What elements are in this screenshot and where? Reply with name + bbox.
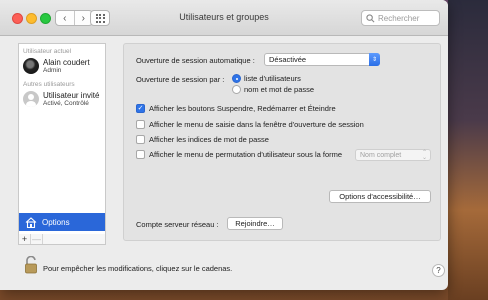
- login-by-label: Ouverture de session par :: [136, 75, 225, 84]
- accessibility-options-button[interactable]: Options d'accessibilité…: [329, 190, 431, 203]
- options-label: Options: [42, 217, 70, 227]
- remove-user-button[interactable]: —: [31, 234, 43, 244]
- radio-user-list[interactable]: liste d'utilisateurs: [232, 74, 301, 83]
- login-options-panel: Ouverture de session automatique : Désac…: [123, 43, 441, 241]
- radio-label: liste d'utilisateurs: [244, 74, 301, 83]
- popup-arrows-icon: ⇕: [369, 53, 380, 66]
- help-button[interactable]: ?: [432, 264, 445, 277]
- checkbox[interactable]: [136, 135, 145, 144]
- guest-name: Utilisateur invité: [43, 90, 100, 100]
- add-user-button[interactable]: +: [19, 234, 31, 244]
- search-field[interactable]: Rechercher: [361, 10, 440, 26]
- sidebar-controls: + —: [18, 234, 106, 245]
- checkbox-show-power-buttons[interactable]: ✓ Afficher les boutons Suspendre, Redéma…: [136, 104, 336, 113]
- search-placeholder: Rechercher: [378, 13, 420, 23]
- join-button[interactable]: Rejoindre…: [227, 217, 283, 230]
- guest-avatar-icon: [23, 91, 39, 107]
- radio-name-password[interactable]: nom et mot de passe: [232, 85, 314, 94]
- switch-format-value: Nom complet: [360, 151, 402, 159]
- checkbox[interactable]: [136, 120, 145, 129]
- user-role: Admin: [43, 66, 62, 74]
- checkbox[interactable]: [136, 150, 145, 159]
- sidebar-item-guest-user[interactable]: Utilisateur invité Activé, Contrôlé: [19, 88, 105, 110]
- auto-login-label: Ouverture de session automatique :: [136, 56, 255, 65]
- radio-button[interactable]: [232, 85, 241, 94]
- desktop-background: [448, 0, 488, 300]
- auto-login-value: Désactivée: [269, 55, 307, 64]
- checkbox-fast-user-switching[interactable]: Afficher le menu de permutation d'utilis…: [136, 150, 342, 159]
- checkbox-label: Afficher les indices de mot de passe: [149, 135, 269, 144]
- lock-instructions: Pour empêcher les modifications, cliquez…: [43, 264, 233, 273]
- lock-icon[interactable]: [24, 256, 38, 274]
- switch-format-popup[interactable]: Nom complet ⌃ ⌄: [355, 149, 431, 161]
- chevron-updown-icon: ⌃ ⌄: [421, 150, 427, 161]
- current-user-heading: Utilisateur actuel: [23, 48, 72, 55]
- sidebar-item-options[interactable]: Options: [19, 213, 105, 231]
- house-icon: [25, 216, 37, 228]
- users-sidebar: Utilisateur actuel Alain coudert Admin A…: [18, 43, 106, 243]
- checkbox-show-password-hints[interactable]: Afficher les indices de mot de passe: [136, 135, 269, 144]
- checkbox-label: Afficher le menu de permutation d'utilis…: [149, 150, 343, 159]
- other-users-heading: Autres utilisateurs: [23, 81, 75, 88]
- checkbox-label: Afficher le menu de saisie dans la fenêt…: [149, 120, 364, 129]
- network-server-label: Compte serveur réseau :: [136, 220, 219, 229]
- title-bar: ‹ › Utilisateurs et groupes Rechercher: [0, 0, 448, 36]
- system-preferences-window: ‹ › Utilisateurs et groupes Rechercher U…: [0, 0, 448, 290]
- checkmark-icon[interactable]: ✓: [136, 104, 145, 113]
- guest-status: Activé, Contrôlé: [43, 99, 89, 107]
- auto-login-popup[interactable]: Désactivée ⇕: [264, 53, 380, 66]
- avatar: [23, 58, 39, 74]
- radio-button[interactable]: [232, 74, 241, 83]
- search-icon: [366, 13, 375, 22]
- radio-label: nom et mot de passe: [244, 85, 315, 94]
- checkbox-show-input-menu[interactable]: Afficher le menu de saisie dans la fenêt…: [136, 120, 364, 129]
- sidebar-item-current-user[interactable]: Alain coudert Admin: [19, 55, 105, 77]
- checkbox-label: Afficher les boutons Suspendre, Redémarr…: [149, 104, 336, 113]
- user-name: Alain coudert: [43, 57, 90, 67]
